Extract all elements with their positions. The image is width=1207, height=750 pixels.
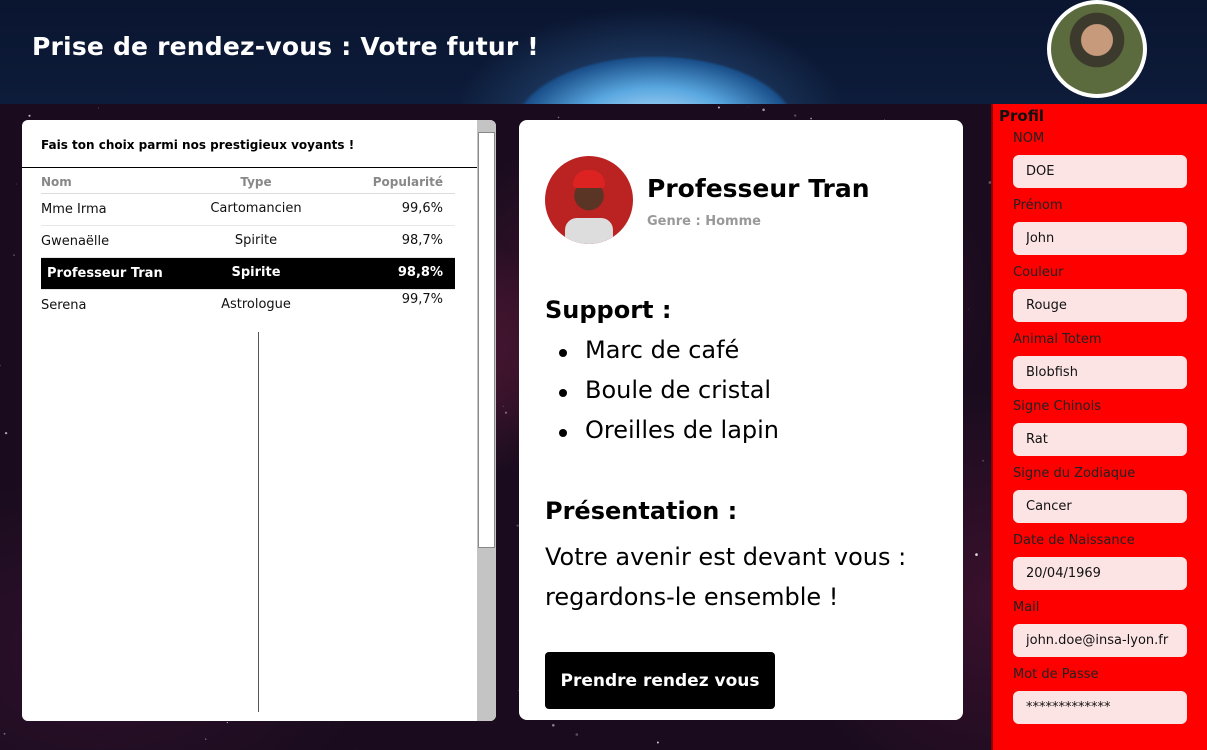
row-type: Spirite xyxy=(234,233,278,248)
row-popularity: 98,7% xyxy=(401,233,443,248)
nom-field[interactable] xyxy=(1013,155,1187,188)
caption-divider xyxy=(22,167,477,168)
bullet-icon xyxy=(559,429,567,437)
prenom-field[interactable] xyxy=(1013,222,1187,255)
label-animal-totem: Animal Totem xyxy=(1013,332,1102,347)
label-couleur: Couleur xyxy=(1013,265,1064,280)
table-row[interactable]: Serena Astrologue 99,7% xyxy=(41,290,455,322)
voyant-name: Professeur Tran xyxy=(647,174,870,203)
column-divider xyxy=(258,332,259,712)
label-mail: Mail xyxy=(1013,600,1040,615)
label-prenom: Prénom xyxy=(1013,198,1063,213)
list-caption: Fais ton choix parmi nos prestigieux voy… xyxy=(41,138,355,152)
list-item: Boule de cristal xyxy=(559,376,779,416)
support-item-label: Marc de café xyxy=(585,336,740,364)
label-signe-chinois: Signe Chinois xyxy=(1013,399,1101,414)
couleur-field[interactable] xyxy=(1013,289,1187,322)
column-header-type[interactable]: Type xyxy=(186,175,326,189)
list-scrollbar[interactable] xyxy=(477,120,496,721)
scrollbar-thumb[interactable] xyxy=(478,132,495,548)
table-header-row: Nom Type Popularité xyxy=(41,172,455,194)
app-header: Prise de rendez-vous : Votre futur ! xyxy=(0,0,1207,104)
password-field[interactable] xyxy=(1013,691,1187,724)
presentation-text: Votre avenir est devant vous : regardons… xyxy=(545,543,907,611)
row-popularity: 99,7% xyxy=(401,292,443,307)
label-mot-de-passe: Mot de Passe xyxy=(1013,667,1099,682)
row-popularity: 98,8% xyxy=(397,265,443,280)
user-avatar[interactable] xyxy=(1047,0,1147,98)
support-item-label: Boule de cristal xyxy=(585,376,772,404)
row-popularity: 99,6% xyxy=(401,201,443,216)
label-signe-zodiaque: Signe du Zodiaque xyxy=(1013,466,1136,481)
table-row[interactable]: Mme Irma Cartomancien 99,6% xyxy=(41,194,455,226)
bullet-icon xyxy=(559,389,567,397)
row-name: Professeur Tran xyxy=(47,266,163,281)
voyant-gender: Genre : Homme xyxy=(647,214,761,229)
book-appointment-button[interactable]: Prendre rendez vous xyxy=(545,652,775,709)
table-row-selected[interactable]: Professeur Tran Spirite 98,8% xyxy=(41,258,455,290)
animal-totem-field[interactable] xyxy=(1013,356,1187,389)
row-type: Cartomancien xyxy=(210,201,302,216)
list-item: Oreilles de lapin xyxy=(559,416,779,456)
profile-panel: Profil NOM Prénom Couleur Animal Totem S… xyxy=(991,104,1207,750)
signe-chinois-field[interactable] xyxy=(1013,423,1187,456)
voyant-avatar xyxy=(545,156,633,244)
support-list: Marc de café Boule de cristal Oreilles d… xyxy=(559,336,779,456)
list-item: Marc de café xyxy=(559,336,779,376)
avatar-shirt-shape xyxy=(565,218,613,244)
voyants-table: Nom Type Popularité Mme Irma Cartomancie… xyxy=(41,172,455,322)
voyants-list-panel: Fais ton choix parmi nos prestigieux voy… xyxy=(22,120,496,721)
column-header-popularity[interactable]: Popularité xyxy=(373,175,443,189)
support-heading: Support : xyxy=(545,296,672,324)
profile-title: Profil xyxy=(999,107,1044,125)
presentation-heading: Présentation : xyxy=(545,497,738,525)
label-nom: NOM xyxy=(1013,131,1045,146)
table-row[interactable]: Gwenaëlle Spirite 98,7% xyxy=(41,226,455,258)
page-title: Prise de rendez-vous : Votre futur ! xyxy=(32,32,539,61)
column-header-name[interactable]: Nom xyxy=(41,175,72,189)
row-name: Serena xyxy=(41,298,87,313)
signe-zodiaque-field[interactable] xyxy=(1013,490,1187,523)
bullet-icon xyxy=(559,349,567,357)
row-type: Astrologue xyxy=(221,297,291,312)
email-field[interactable] xyxy=(1013,624,1187,657)
support-item-label: Oreilles de lapin xyxy=(585,416,780,444)
date-naissance-field[interactable] xyxy=(1013,557,1187,590)
voyant-detail-panel: Professeur Tran Genre : Homme Support : … xyxy=(519,120,963,720)
row-type: Spirite xyxy=(231,265,281,280)
label-date-naissance: Date de Naissance xyxy=(1013,533,1135,548)
row-name: Mme Irma xyxy=(41,202,107,217)
avatar-hat-shape xyxy=(573,170,605,188)
row-name: Gwenaëlle xyxy=(41,234,110,249)
